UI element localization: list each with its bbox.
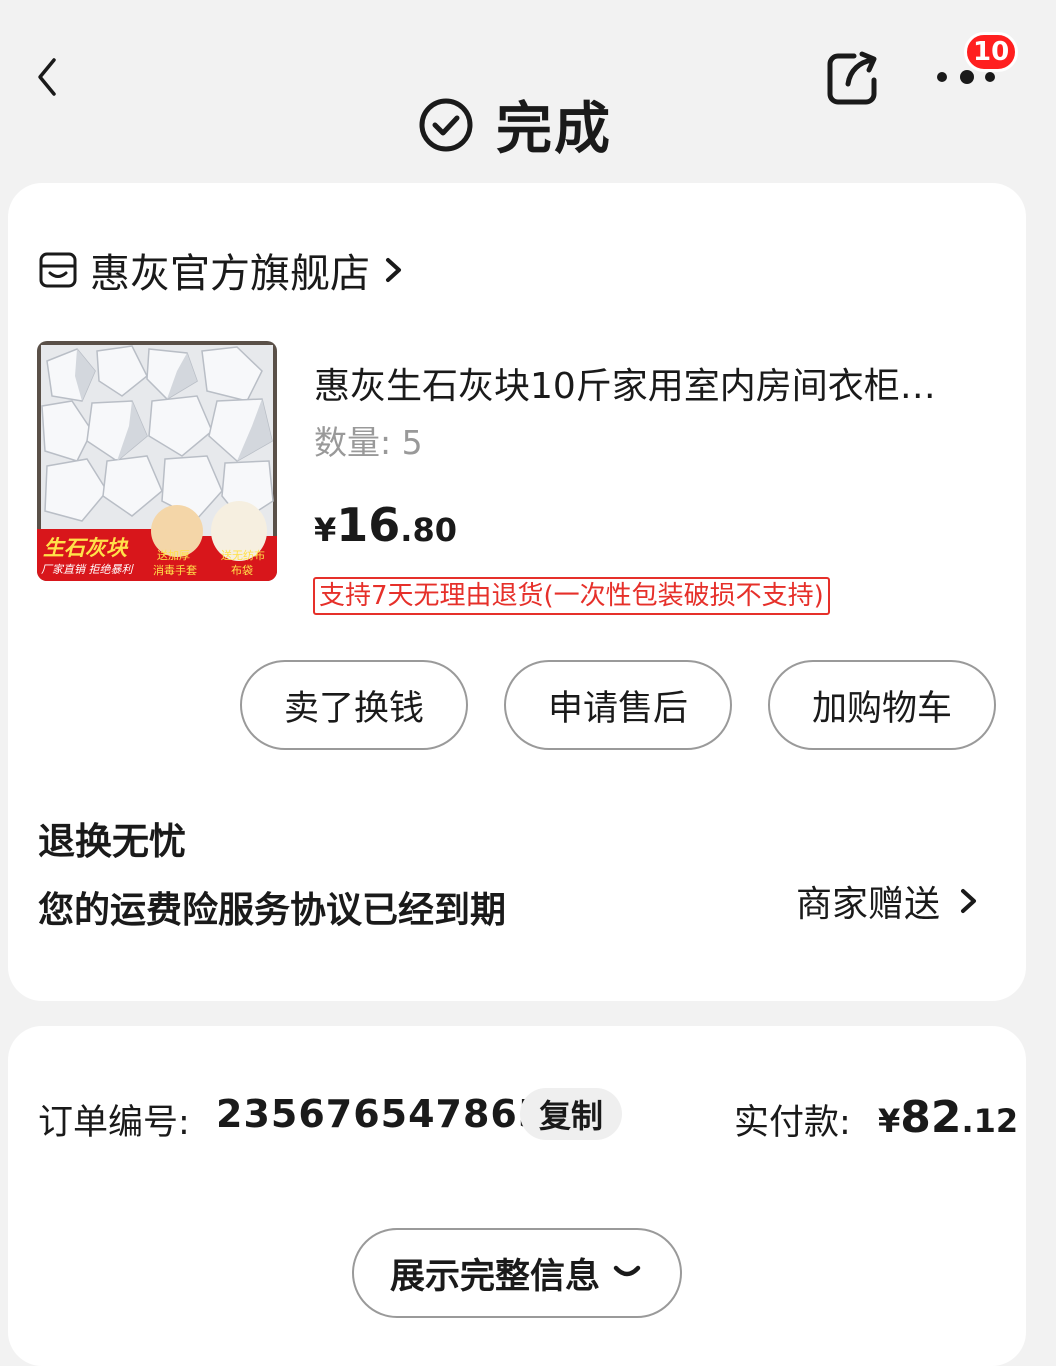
share-button[interactable] — [824, 48, 884, 108]
product-title[interactable]: 惠灰生石灰块10斤家用室内房间衣柜… — [314, 357, 994, 409]
after-sale-button[interactable]: 申请售后 — [504, 660, 732, 750]
chevron-down-icon — [613, 1265, 641, 1277]
order-number-label: 订单编号: — [38, 1103, 190, 1143]
product-image[interactable]: 生石灰块 厂家直销 拒绝暴利 送加厚 消毒手套 送无纺布 布袋 — [37, 341, 277, 581]
copy-button[interactable]: 复制 — [520, 1088, 622, 1140]
product-price: ¥16.80 — [314, 498, 457, 552]
chevron-right-icon — [386, 258, 401, 282]
svg-text:生石灰块: 生石灰块 — [43, 536, 129, 560]
return-policy-tag: 支持7天无理由退货(一次性包装破损不支持) — [313, 577, 830, 615]
chevron-left-icon — [38, 58, 56, 96]
notification-badge: 10 — [964, 32, 1019, 72]
back-button[interactable] — [30, 52, 70, 102]
store-name: 惠灰官方旗舰店 — [90, 251, 370, 297]
svg-text:布袋: 布袋 — [231, 563, 253, 577]
merchant-gift-link[interactable]: 商家赠送 — [796, 875, 984, 927]
expand-info-label: 展示完整信息 — [389, 1256, 600, 1297]
page-title: 完成 — [418, 84, 612, 165]
share-icon — [827, 51, 877, 105]
return-service-title: 退换无忧 — [38, 820, 186, 863]
order-info-card: 订单编号: 235676547865 复制 实付款: ¥82.12 展示完整信息 — [8, 1026, 1026, 1366]
merchant-gift-label: 商家赠送 — [796, 884, 941, 925]
svg-text:消毒手套: 消毒手套 — [153, 563, 197, 577]
order-item-card: 惠灰官方旗舰店 生石灰块 厂家直销 拒绝暴利 送加厚 消毒手套 送无纺布 布袋 … — [8, 183, 1026, 1001]
svg-text:送加厚: 送加厚 — [157, 548, 190, 562]
order-number: 235676547865 — [216, 1092, 546, 1136]
paid-amount: ¥82.12 — [878, 1092, 1019, 1143]
expand-info-button[interactable]: 展示完整信息 — [352, 1228, 682, 1318]
store-link[interactable]: 惠灰官方旗舰店 — [38, 240, 406, 300]
chevron-right-icon — [961, 889, 977, 913]
return-service-desc: 您的运费险服务协议已经到期 — [38, 890, 507, 931]
store-icon — [39, 252, 77, 288]
svg-text:厂家直销 拒绝暴利: 厂家直销 拒绝暴利 — [41, 563, 134, 576]
page-title-text: 完成 — [496, 97, 612, 162]
check-circle-icon — [419, 98, 473, 151]
sell-button[interactable]: 卖了换钱 — [240, 660, 468, 750]
svg-text:送无纺布: 送无纺布 — [221, 548, 265, 562]
add-to-cart-button[interactable]: 加购物车 — [768, 660, 996, 750]
product-quantity: 数量: 5 — [314, 423, 423, 462]
paid-label: 实付款: — [734, 1103, 851, 1143]
